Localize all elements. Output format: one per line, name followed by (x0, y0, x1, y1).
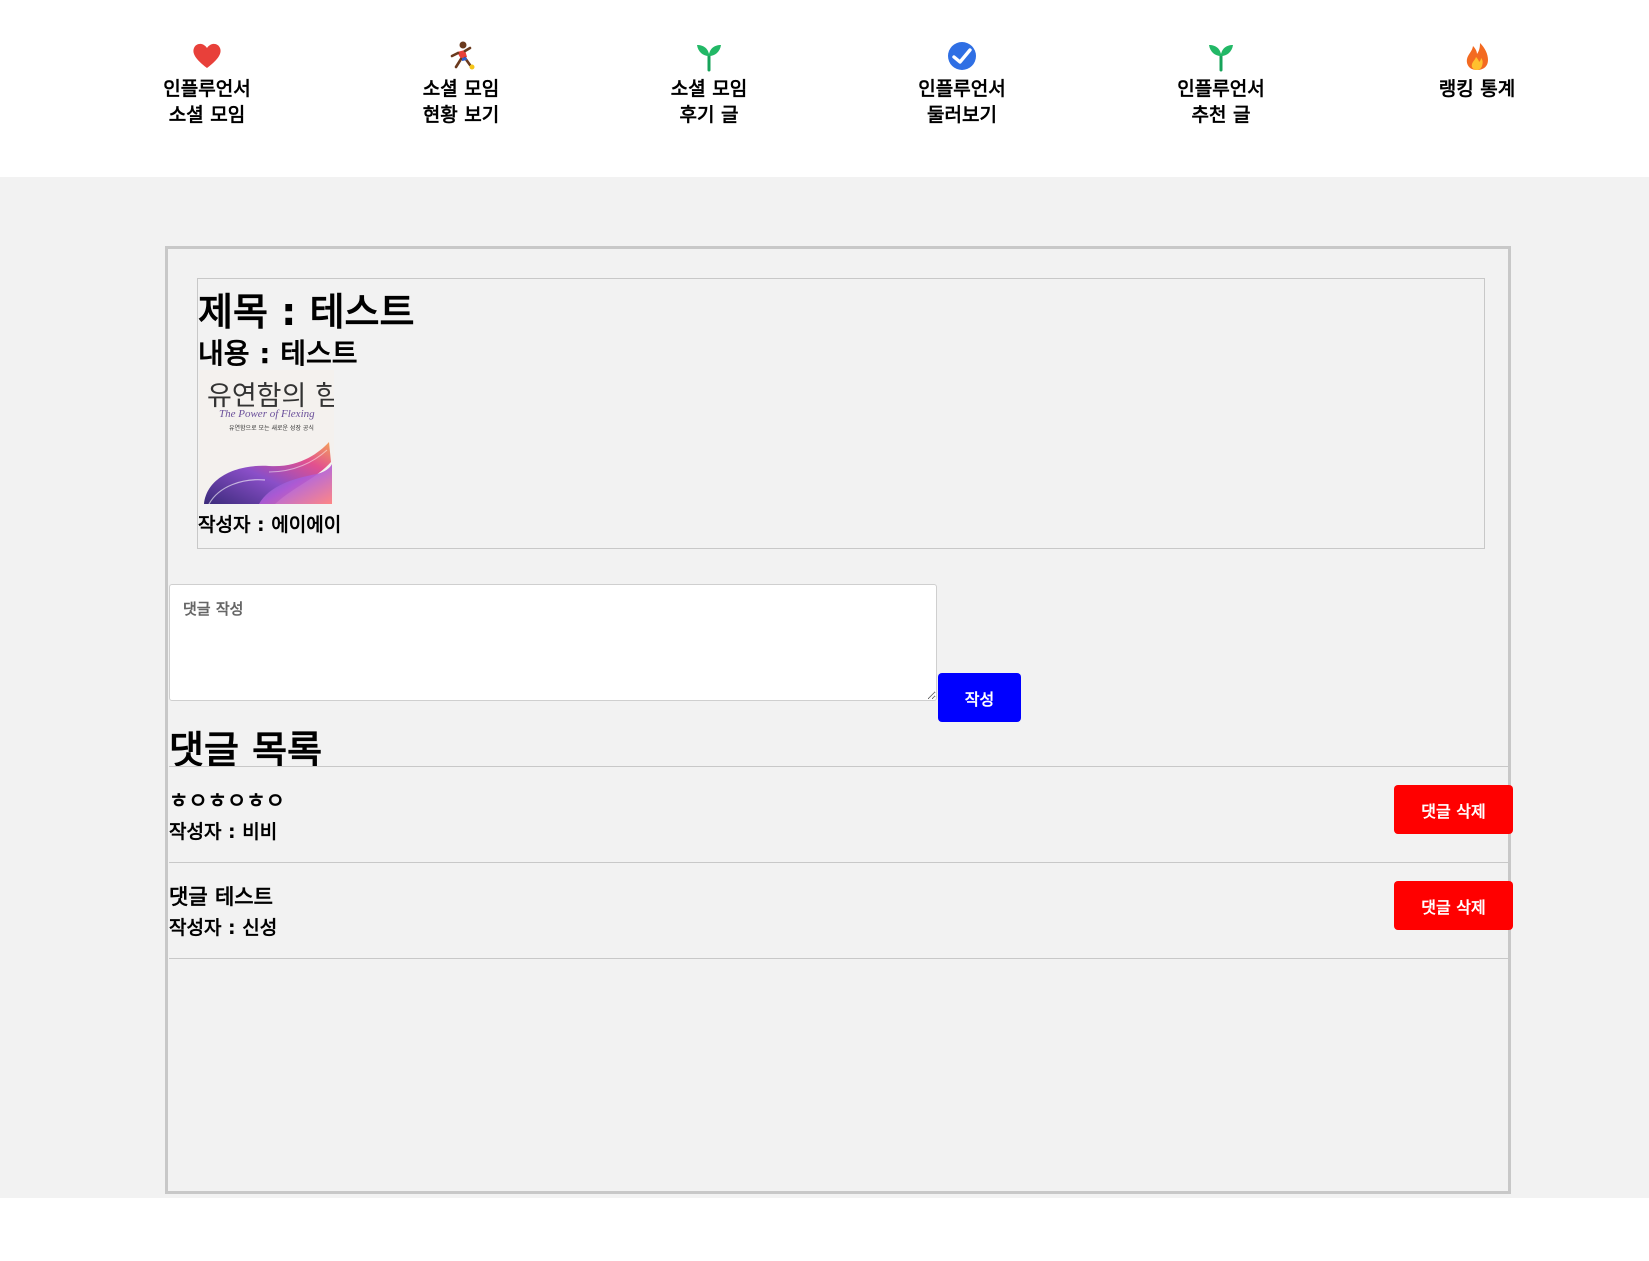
submit-comment-button[interactable]: 작성 (938, 673, 1021, 722)
nav-label: 인플루언서 둘러보기 (918, 78, 1006, 126)
nav-item-social-review[interactable]: 소셜 모임 후기 글 (609, 40, 809, 128)
post-content: 내용 : 테스트 (198, 337, 358, 370)
nav-label: 소셜 모임 현황 보기 (422, 78, 500, 126)
comment-author: 작성자 : 신성 (169, 917, 278, 939)
comment-author: 작성자 : 비비 (169, 821, 278, 843)
comment-item: ㅎㅇㅎㅇㅎㅇ 작성자 : 비비 댓글 삭제 (169, 766, 1513, 863)
nav-item-social-status[interactable]: 소셜 모임 현황 보기 (361, 40, 561, 128)
post-card: 제목 : 테스트 내용 : 테스트 유연함의 힘 The Power of Fl… (197, 278, 1485, 549)
nav-item-influencer-recommend[interactable]: 인플루언서 추천 글 (1121, 40, 1321, 128)
top-navigation: 인플루언서 소셜 모임 소셜 모임 현황 보기 소셜 모임 후기 글 인플루언서… (0, 0, 1649, 177)
book-cover-art (204, 442, 332, 504)
book-cover-subtitle: The Power of Flexing (219, 408, 315, 420)
nav-item-ranking-stats[interactable]: 랭킹 통계 (1377, 40, 1577, 102)
comment-item: 댓글 테스트 작성자 : 신성 댓글 삭제 (169, 862, 1513, 959)
sprout-icon (1209, 45, 1233, 72)
post-title: 제목 : 테스트 (198, 290, 415, 334)
comment-text: 댓글 테스트 (169, 885, 273, 909)
post-author: 작성자 : 에이에이 (198, 514, 342, 536)
post-detail-board: 제목 : 테스트 내용 : 테스트 유연함의 힘 The Power of Fl… (165, 246, 1513, 1194)
nav-item-influencer-social[interactable]: 인플루언서 소셜 모임 (107, 40, 307, 128)
nav-label: 랭킹 통계 (1438, 78, 1516, 100)
delete-comment-button[interactable]: 댓글 삭제 (1394, 881, 1513, 930)
main-content: 제목 : 테스트 내용 : 테스트 유연함의 힘 The Power of Fl… (0, 177, 1649, 1198)
nav-item-influencer-browse[interactable]: 인플루언서 둘러보기 (862, 40, 1062, 128)
nav-label: 인플루언서 소셜 모임 (163, 78, 251, 126)
runner-icon (450, 41, 475, 70)
check-circle-icon (948, 42, 976, 70)
nav-label: 소셜 모임 후기 글 (670, 78, 748, 126)
sprout-icon (697, 45, 721, 72)
delete-comment-button[interactable]: 댓글 삭제 (1394, 785, 1513, 834)
nav-label: 인플루언서 추천 글 (1177, 78, 1265, 126)
comment-text: ㅎㅇㅎㅇㅎㅇ (169, 789, 285, 813)
fire-icon (1466, 43, 1488, 70)
post-image: 유연함의 힘 The Power of Flexing 유연함으로 모는 새로운… (199, 370, 334, 504)
heart-icon (193, 43, 221, 68)
comment-input[interactable] (169, 584, 937, 701)
